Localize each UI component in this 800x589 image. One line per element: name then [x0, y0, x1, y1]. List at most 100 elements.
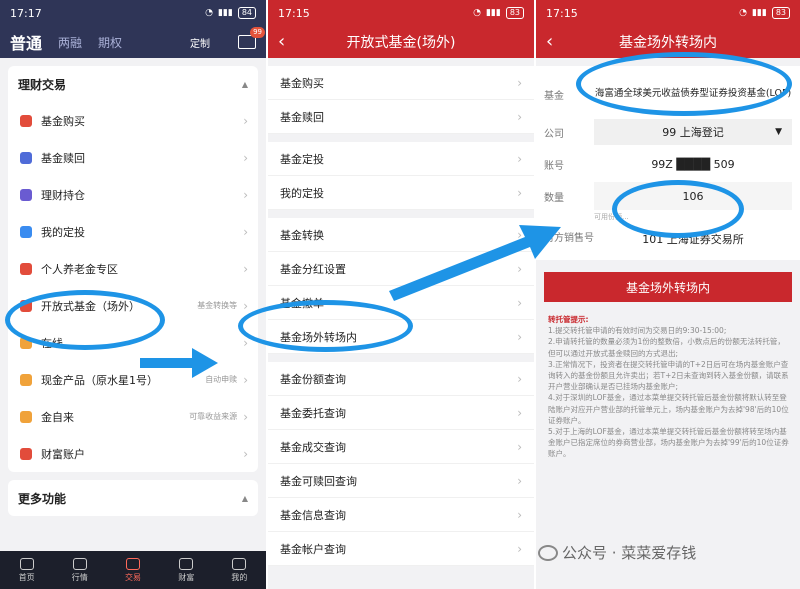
chevron-right-icon: ›	[517, 541, 522, 556]
wifi-icon: ◔	[739, 8, 747, 18]
tip-line: 3.正常情况下，投资者在提交转托管申请的T+2日后可在场内基金账户查询转入的基金…	[548, 359, 789, 392]
menu-icon	[20, 151, 32, 164]
menu-item[interactable]: 财富账户 ›	[8, 435, 258, 472]
back-icon[interactable]: ‹	[546, 31, 553, 52]
chevron-right-icon: ›	[517, 75, 522, 90]
chart-icon	[72, 557, 87, 570]
fund-menu-item[interactable]: 我的定投 ›	[268, 176, 534, 210]
tab-margin[interactable]: 两融	[58, 34, 82, 51]
more-card: 更多功能 ▲	[8, 480, 258, 516]
transfer-tips: 转托管提示: 1.提交转托管申请的有效时间为交易日的9:30-15:00; 2.申…	[536, 314, 800, 460]
trade-tabs: 普通 两融 期权 定制 99	[0, 26, 266, 58]
transfer-submit-button[interactable]: 基金场外转场内	[544, 272, 792, 302]
page-header: ‹ 开放式基金(场外)	[268, 26, 534, 58]
back-icon[interactable]: ‹	[278, 31, 285, 52]
section-more[interactable]: 更多功能 ▲	[8, 480, 258, 516]
menu-icon	[20, 114, 32, 127]
menu-item[interactable]: 我的定投 ›	[8, 213, 258, 250]
chevron-right-icon: ›	[517, 109, 522, 124]
chevron-right-icon: ›	[517, 439, 522, 454]
wechat-icon	[538, 544, 558, 561]
tip-line: 5.对于上海的LOF基金，通过本菜单提交转托管后基金份额将转至场内基金账户已指定…	[548, 427, 789, 459]
highlight-ellipse	[5, 290, 165, 350]
tab-options[interactable]: 期权	[98, 34, 122, 51]
menu-group-plan: 基金定投 › 我的定投 ›	[268, 142, 534, 210]
arrow-icon	[389, 225, 561, 301]
battery-icon: 84	[237, 7, 256, 19]
menu-icon	[20, 188, 32, 201]
menu-item[interactable]: 现金产品（原水星1号） 自动申赎 ›	[8, 361, 258, 398]
page-title: 开放式基金(场外)	[346, 35, 456, 51]
tab-normal[interactable]: 普通	[10, 30, 42, 54]
menu-group-trade: 基金购买 › 基金赎回 ›	[268, 66, 534, 134]
fund-menu-item[interactable]: 基金信息查询 ›	[268, 498, 534, 532]
menu-icon	[20, 373, 32, 386]
chevron-right-icon: ›	[243, 298, 248, 313]
menu-item[interactable]: 基金购买 ›	[8, 102, 258, 139]
fund-menu-item[interactable]: 基金份额查询 ›	[268, 362, 534, 396]
nav-trade[interactable]: 交易	[106, 551, 159, 589]
wealth-icon	[179, 557, 194, 570]
customize-button[interactable]: 定制	[190, 35, 210, 50]
signal-icon: ▮▮▮	[217, 8, 233, 18]
nav-wealth[interactable]: 财富	[160, 551, 213, 589]
chevron-right-icon: ›	[243, 446, 248, 461]
company-row: 公司 99 上海登记 ▼	[544, 116, 792, 148]
battery-icon: 83	[505, 7, 524, 19]
menu-item[interactable]: 理财持仓 ›	[8, 176, 258, 213]
menu-item[interactable]: 个人养老金专区 ›	[8, 250, 258, 287]
fund-menu-item[interactable]: 基金定投 ›	[268, 142, 534, 176]
account-row: 账号 99Z ████ 509	[544, 148, 792, 180]
top-bar: 17:15 ◔ ▮▮▮ 83 ‹ 基金场外转场内	[536, 0, 800, 58]
caret-up-icon: ▲	[241, 493, 248, 503]
signal-icon: ▮▮▮	[485, 8, 501, 18]
menu-item[interactable]: 基金赎回 ›	[8, 139, 258, 176]
dropdown-icon: ▼	[775, 127, 782, 137]
chevron-right-icon: ›	[517, 151, 522, 166]
page-title: 基金场外转场内	[619, 35, 717, 51]
menu-icon	[20, 410, 32, 423]
chevron-right-icon: ›	[243, 187, 248, 202]
menu-item[interactable]: 金自来 可靠收益来源 ›	[8, 398, 258, 435]
battery-icon: 83	[771, 7, 790, 19]
fund-menu-item[interactable]: 基金可赎回查询 ›	[268, 464, 534, 498]
chevron-right-icon: ›	[517, 507, 522, 522]
fund-menu-item[interactable]: 基金购买 ›	[268, 66, 534, 100]
fund-menu-item[interactable]: 基金委托查询 ›	[268, 396, 534, 430]
status-bar: 17:15 ◔ ▮▮▮ 83	[536, 0, 800, 26]
chevron-right-icon: ›	[517, 405, 522, 420]
message-icon[interactable]: 99	[238, 27, 265, 49]
chevron-right-icon: ›	[243, 409, 248, 424]
chevron-right-icon: ›	[243, 224, 248, 239]
status-bar: 17:15 ◔ ▮▮▮ 83	[268, 0, 534, 26]
chevron-right-icon: ›	[243, 372, 248, 387]
chevron-right-icon: ›	[517, 473, 522, 488]
menu-icon	[20, 447, 32, 460]
section-wealth-trade[interactable]: 理财交易 ▲	[8, 66, 258, 102]
fund-menu-item[interactable]: 基金帐户查询 ›	[268, 532, 534, 566]
wifi-icon: ◔	[205, 8, 213, 18]
user-icon	[232, 557, 247, 570]
company-select[interactable]: 99 上海登记 ▼	[594, 119, 792, 145]
tip-line: 1.提交转托管申请的有效时间为交易日的9:30-15:00;	[548, 326, 727, 336]
tips-title: 转托管提示:	[548, 315, 589, 324]
chevron-right-icon: ›	[517, 371, 522, 386]
home-icon	[19, 557, 34, 570]
status-time: 17:15	[278, 6, 310, 20]
status-time: 17:17	[10, 6, 42, 20]
nav-home[interactable]: 首页	[0, 551, 53, 589]
trade-icon	[126, 557, 140, 570]
nav-market[interactable]: 行情	[53, 551, 106, 589]
fund-menu-item[interactable]: 基金成交查询 ›	[268, 430, 534, 464]
status-time: 17:15	[546, 6, 578, 20]
account-value: 99Z ████ 509	[651, 157, 735, 171]
caret-up-icon: ▲	[241, 79, 248, 89]
tip-line: 2.申请转托管的数量必须为1份的整数倍，小数点后的份额无法转托管，但可以通过开放…	[548, 337, 785, 358]
chevron-right-icon: ›	[517, 329, 522, 344]
nav-mine[interactable]: 我的	[213, 551, 266, 589]
wealth-card: 理财交易 ▲ 基金购买 › 基金赎回 › 理财持仓 › 我的定投 › 个人养老金专区 › 开放式基金（…	[8, 66, 258, 472]
fund-menu-item[interactable]: 基金赎回 ›	[268, 100, 534, 134]
chevron-right-icon: ›	[243, 113, 248, 128]
highlight-ellipse	[576, 52, 792, 116]
signal-icon: ▮▮▮	[751, 8, 767, 18]
